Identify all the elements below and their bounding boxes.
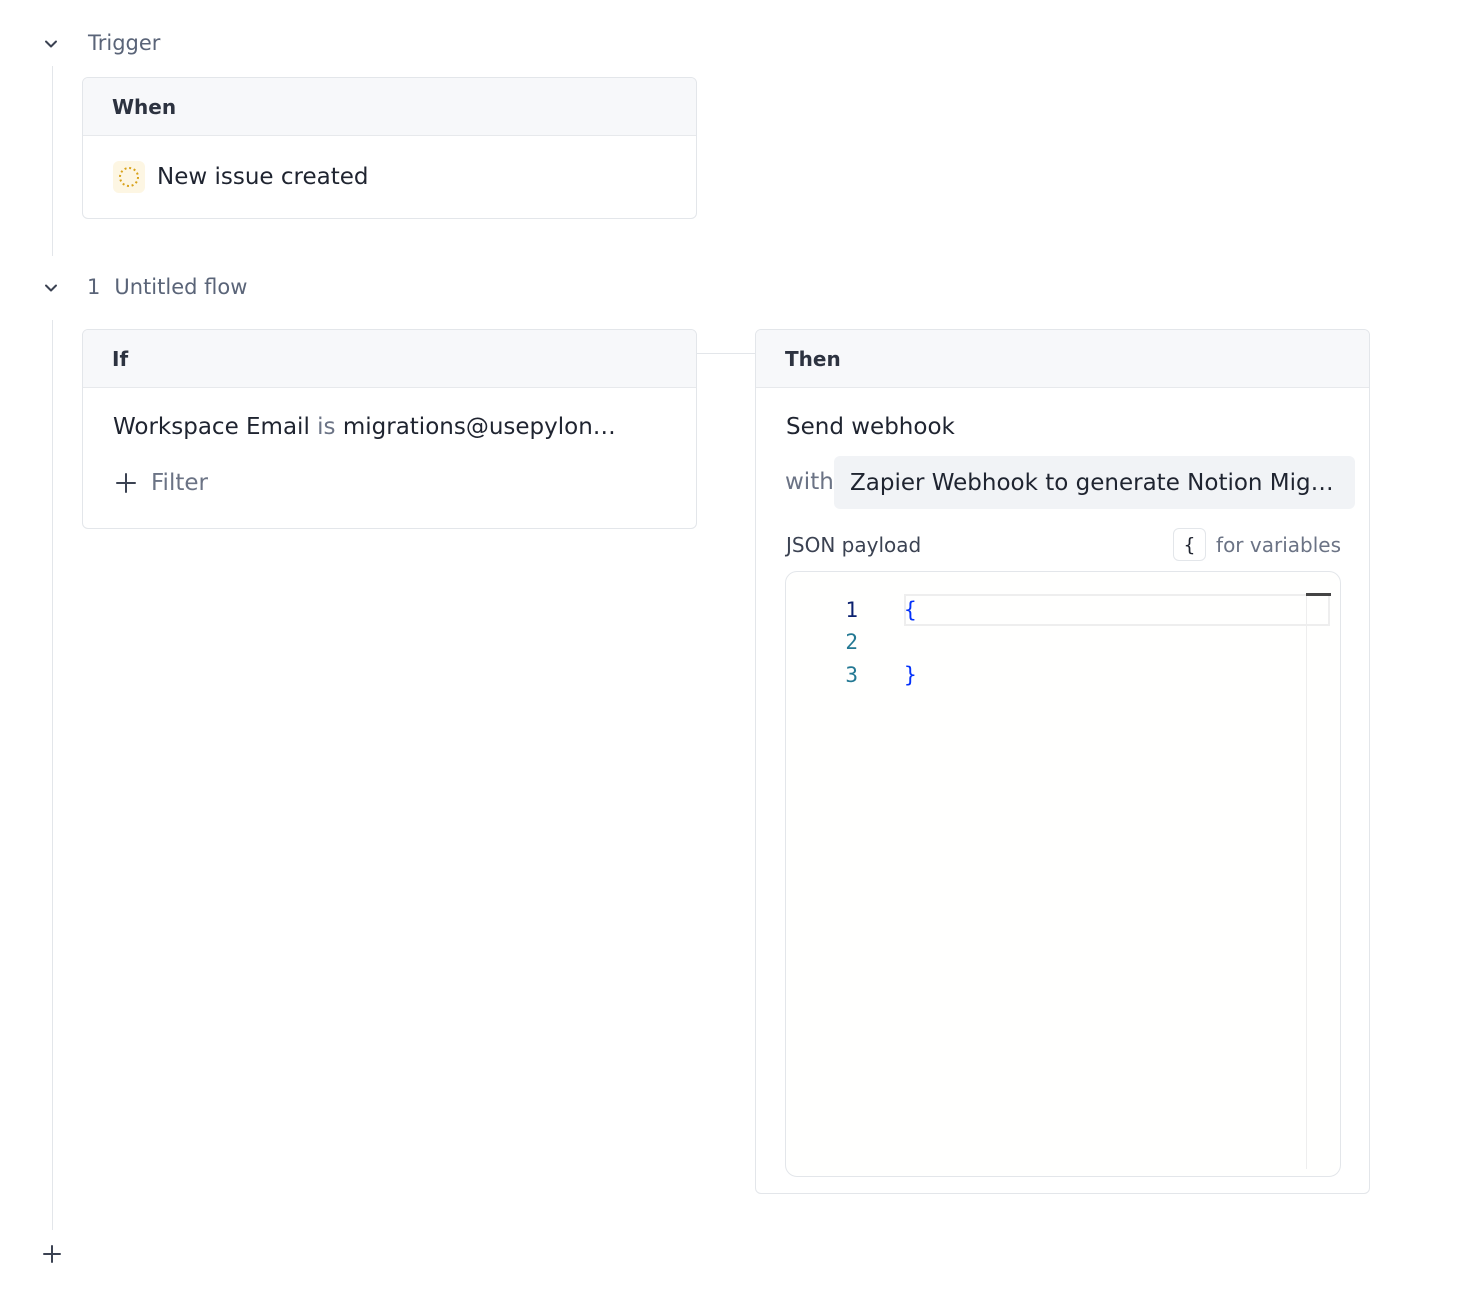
trigger-collapse-chevron-icon[interactable] bbox=[41, 34, 61, 54]
brace-key-icon: { bbox=[1173, 528, 1207, 561]
editor-scrollbar-thumb[interactable] bbox=[1306, 593, 1331, 596]
add-flow-button[interactable] bbox=[40, 1242, 64, 1266]
plus-icon bbox=[115, 472, 137, 494]
condition-card-header: If bbox=[83, 330, 696, 388]
condition-field: Workspace Email bbox=[113, 414, 310, 440]
flow-number: 1 bbox=[87, 275, 101, 299]
dashed-circle-icon bbox=[113, 161, 145, 193]
flow-collapse-chevron-icon[interactable] bbox=[41, 278, 61, 298]
code-text: } bbox=[904, 663, 917, 687]
condition-operator: is bbox=[317, 414, 336, 440]
variables-hint-label: for variables bbox=[1216, 532, 1341, 557]
trigger-event-label: New issue created bbox=[157, 164, 369, 190]
webhook-select-value: Zapier Webhook to generate Notion Migra… bbox=[850, 469, 1339, 496]
condition-row[interactable]: Workspace Email is migrations@usepylon.c… bbox=[113, 414, 618, 440]
trigger-rail bbox=[52, 66, 53, 256]
json-payload-label: JSON payload bbox=[786, 533, 922, 557]
action-card: Then Send webhook with Zapier Webhook to… bbox=[755, 329, 1370, 1194]
code-line: 3 } bbox=[786, 659, 1340, 691]
code-line: 1 { bbox=[786, 594, 1340, 626]
code-line: 2 bbox=[786, 626, 1340, 658]
trigger-card-header: When bbox=[83, 78, 696, 136]
line-number: 1 bbox=[845, 598, 858, 622]
trigger-card[interactable]: When New issue created bbox=[82, 77, 697, 219]
plus-icon bbox=[43, 1245, 61, 1263]
if-then-connector bbox=[697, 353, 755, 354]
condition-card: If Workspace Email is migrations@usepylo… bbox=[82, 329, 697, 529]
action-card-header: Then bbox=[756, 330, 1369, 388]
line-number: 3 bbox=[845, 663, 858, 687]
json-payload-editor[interactable]: 1 { 2 3 } bbox=[785, 571, 1341, 1177]
trigger-section-title: Trigger bbox=[88, 31, 161, 55]
webhook-select[interactable]: Zapier Webhook to generate Notion Migra… bbox=[834, 456, 1355, 509]
flow-title-label: Untitled flow bbox=[114, 275, 248, 299]
code-text: { bbox=[904, 598, 917, 622]
condition-value: migrations@usepylon.c… bbox=[342, 414, 618, 440]
editor-scrollbar-track[interactable] bbox=[1306, 594, 1307, 1169]
flow-title[interactable]: 1 Untitled flow bbox=[87, 275, 247, 299]
variables-hint: { for variables bbox=[1173, 528, 1341, 561]
add-filter-label: Filter bbox=[151, 470, 208, 496]
line-number: 2 bbox=[845, 630, 858, 654]
add-filter-button[interactable]: Filter bbox=[115, 470, 208, 496]
action-title[interactable]: Send webhook bbox=[786, 414, 955, 440]
trigger-event[interactable]: New issue created bbox=[83, 136, 696, 218]
flow-rail bbox=[52, 320, 53, 1230]
with-label: with bbox=[785, 469, 834, 495]
